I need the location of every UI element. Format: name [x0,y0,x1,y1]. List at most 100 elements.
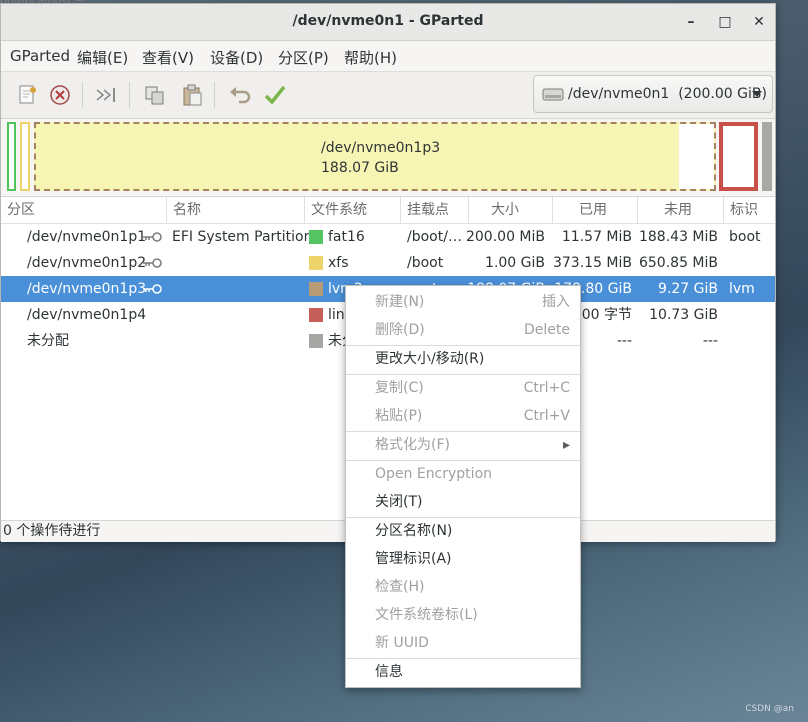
ctx-new[interactable]: 新建(N) 插入 [346,288,580,316]
menu-gparted[interactable]: GParted [10,47,70,65]
ctx-manage-flags-label: 管理标识(A) [375,551,452,567]
ctx-new-label: 新建(N) [375,294,425,310]
cell-unused: 188.43 MiB [638,229,718,245]
col-unused[interactable]: 未用 [638,197,724,223]
undo-icon[interactable] [227,82,253,108]
key-icon [143,258,162,268]
ctx-close-label: 关闭(T) [375,494,423,510]
ctx-partition-name[interactable]: 分区名称(N) [346,517,580,545]
diskmap-segment-p3[interactable]: /dev/nvme0n1p3 188.07 GiB [34,122,716,191]
key-icon [143,232,162,242]
col-used[interactable]: 已用 [553,197,638,223]
device-selector[interactable]: /dev/nvme0n1 (200.00 GiB) [533,75,773,113]
col-size[interactable]: 大小 [469,197,553,223]
ctx-information-label: 信息 [375,664,403,680]
fs-color-swatch [309,256,323,270]
cell-unused: 650.85 MiB [638,255,718,271]
col-mountpoint[interactable]: 挂载点 [401,197,469,223]
device-selector-label: /dev/nvme0n1 (200.00 GiB) [568,86,767,102]
ctx-new-uuid[interactable]: 新 UUID [346,629,580,657]
partition-context-menu: 新建(N) 插入 删除(D) Delete 更改大小/移动(R) 复制(C) C… [345,285,581,688]
resize-move-icon[interactable] [93,82,119,108]
ctx-new-uuid-label: 新 UUID [375,635,429,651]
ctx-copy-accel: Ctrl+C [523,380,570,396]
ctx-close[interactable]: 关闭(T) [346,488,580,516]
disk-map: /dev/nvme0n1p3 188.07 GiB [1,119,775,194]
cell-flags: boot [729,229,761,245]
diskmap-segment-p4[interactable] [719,122,758,191]
ctx-fs-label-label: 文件系统卷标(L) [375,607,478,623]
paste-icon[interactable] [179,82,205,108]
table-header: 分区 名称 文件系统 挂载点 大小 已用 未用 标识 [1,197,775,224]
fs-color-swatch [309,230,323,244]
col-name[interactable]: 名称 [167,197,305,223]
ctx-paste-accel: Ctrl+V [523,408,570,424]
cell-size: 200.00 MiB [465,229,545,245]
diskmap-segment-unallocated[interactable] [762,122,772,191]
minimize-button[interactable]: – [681,12,701,32]
ctx-delete-accel: Delete [524,322,570,338]
harddisk-icon [542,88,564,101]
menu-edit[interactable]: 编辑(E) [77,47,128,68]
ctx-information[interactable]: 信息 [346,658,580,686]
ctx-delete-label: 删除(D) [375,322,425,338]
menu-bar: GParted 编辑(E) 查看(V) 设备(D) 分区(P) 帮助(H) [1,41,775,72]
ctx-format-as[interactable]: 格式化为(F) ▸ [346,431,580,459]
cell-filesystem: fat16 [328,229,365,245]
close-button[interactable]: ✕ [749,12,769,32]
fs-color-swatch [309,308,323,322]
menu-device[interactable]: 设备(D) [210,47,263,68]
apply-icon[interactable] [262,82,288,108]
menu-view[interactable]: 查看(V) [142,47,194,68]
delete-icon[interactable] [47,82,73,108]
fs-color-swatch [309,334,323,348]
diskmap-p3-size: 188.07 GiB [321,160,399,176]
diskmap-segment-p1[interactable] [7,122,16,191]
cell-unused: 10.73 GiB [649,307,718,323]
title-bar[interactable]: /dev/nvme0n1 - GParted – □ ✕ [1,4,775,41]
cell-partition: 未分配 [27,333,69,349]
col-flags[interactable]: 标识 [724,197,775,223]
copy-icon[interactable] [142,82,168,108]
ctx-delete[interactable]: 删除(D) Delete [346,316,580,344]
chevron-right-icon: ▸ [562,437,570,453]
cell-partition: /dev/nvme0n1p2 [27,255,147,271]
cell-mountpoint: /boot/… [407,229,462,245]
cell-filesystem: xfs [328,255,349,271]
new-partition-icon[interactable] [14,82,40,108]
cell-used: --- [616,333,632,349]
ctx-paste-label: 粘贴(P) [375,408,423,424]
window-title: /dev/nvme0n1 - GParted [292,13,484,29]
cell-partition: /dev/nvme0n1p1 [27,229,147,245]
table-row[interactable]: /dev/nvme0n1p2 xfs /boot 1.00 GiB 373.15… [1,250,775,276]
ctx-check[interactable]: 检查(H) [346,573,580,601]
col-filesystem[interactable]: 文件系统 [305,197,401,223]
ctx-open-encryption-label: Open Encryption [375,466,493,482]
cell-used: 11.57 MiB [561,229,632,245]
ctx-copy[interactable]: 复制(C) Ctrl+C [346,374,580,402]
table-row[interactable]: /dev/nvme0n1p1 EFI System Partition fat1… [1,224,775,250]
ctx-resize-move[interactable]: 更改大小/移动(R) [346,345,580,373]
maximize-button[interactable]: □ [715,12,735,32]
ctx-open-encryption[interactable]: Open Encryption [346,460,580,488]
cell-size: 1.00 GiB [485,255,545,271]
ctx-new-accel: 插入 [542,294,570,310]
cell-partition: /dev/nvme0n1p3 [27,281,147,297]
ctx-manage-flags[interactable]: 管理标识(A) [346,545,580,573]
ctx-resize-move-label: 更改大小/移动(R) [375,351,485,367]
cell-partition: /dev/nvme0n1p4 [27,307,147,323]
cell-unused: 9.27 GiB [658,281,718,297]
key-icon [143,284,162,294]
ctx-partition-name-label: 分区名称(N) [375,523,453,539]
cell-mountpoint: /boot [407,255,444,271]
ctx-fs-label[interactable]: 文件系统卷标(L) [346,601,580,629]
cell-name: EFI System Partition [172,229,313,245]
watermark: CSDN @an [745,704,794,714]
ctx-paste[interactable]: 粘贴(P) Ctrl+V [346,402,580,430]
cell-used: 373.15 MiB [552,255,632,271]
col-partition[interactable]: 分区 [1,197,167,223]
menu-partition[interactable]: 分区(P) [278,47,329,68]
menu-help[interactable]: 帮助(H) [344,47,397,68]
diskmap-segment-p2[interactable] [20,122,30,191]
cell-flags: lvm [729,281,755,297]
